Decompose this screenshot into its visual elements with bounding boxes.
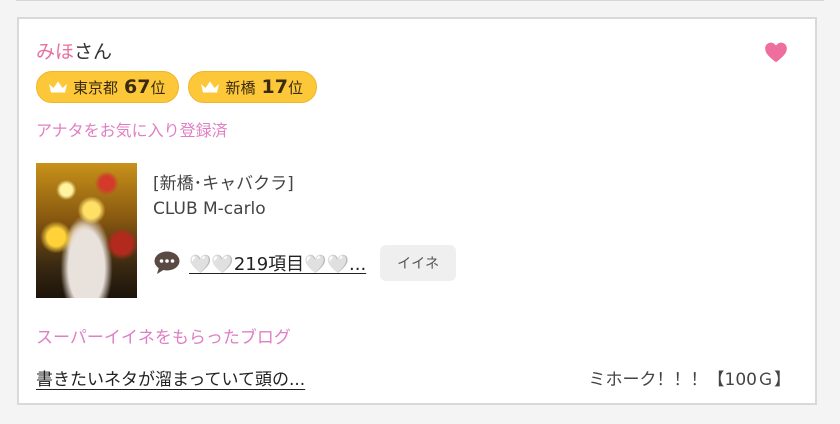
- iine-button[interactable]: イイネ: [380, 245, 457, 281]
- blog-meta: ミホーク！！！【100Ｇ】: [588, 370, 791, 390]
- ranking-area: 新橋: [225, 78, 256, 97]
- cast-photo[interactable]: [36, 163, 137, 298]
- ranking-badges: 東京都 67 位 新橋 17 位: [36, 71, 317, 103]
- favorite-status: アナタをお気に入り登録済: [36, 121, 228, 140]
- shop-category: [新橋･キャバクラ]: [153, 174, 294, 194]
- ranking-number: 67: [124, 76, 151, 98]
- ranking-unit: 位: [150, 78, 166, 97]
- heart-icon[interactable]: [763, 39, 789, 65]
- comment-link[interactable]: 🤍🤍219項目🤍🤍...: [189, 250, 366, 276]
- ranking-area: 東京都: [73, 78, 119, 97]
- crown-icon: [49, 81, 67, 93]
- cast-name-suffix: さん: [74, 41, 113, 63]
- top-divider: [16, 0, 824, 1]
- ranking-badge-tokyo[interactable]: 東京都 67 位: [36, 71, 180, 103]
- cast-card[interactable]: みほさん 東京都 67 位 新橋 17 位 アナタをお気に入り登録済 [新橋･キ…: [17, 17, 817, 405]
- ranking-badge-shinbashi[interactable]: 新橋 17 位: [188, 71, 317, 103]
- speech-bubble-icon: [154, 251, 180, 274]
- shop-name[interactable]: CLUB M-carlo: [153, 199, 266, 219]
- cast-name[interactable]: みほさん: [36, 37, 112, 64]
- ranking-unit: 位: [287, 78, 303, 97]
- blog-title-link[interactable]: 書きたいネタが溜まっていて頭の...: [36, 365, 305, 390]
- comment-row: 🤍🤍219項目🤍🤍... イイネ: [153, 245, 457, 281]
- crown-icon: [201, 81, 220, 93]
- ranking-number: 17: [261, 76, 288, 98]
- cast-name-text: みほ: [36, 41, 75, 63]
- super-iine-heading: スーパーイイネをもらったブログ: [36, 328, 291, 348]
